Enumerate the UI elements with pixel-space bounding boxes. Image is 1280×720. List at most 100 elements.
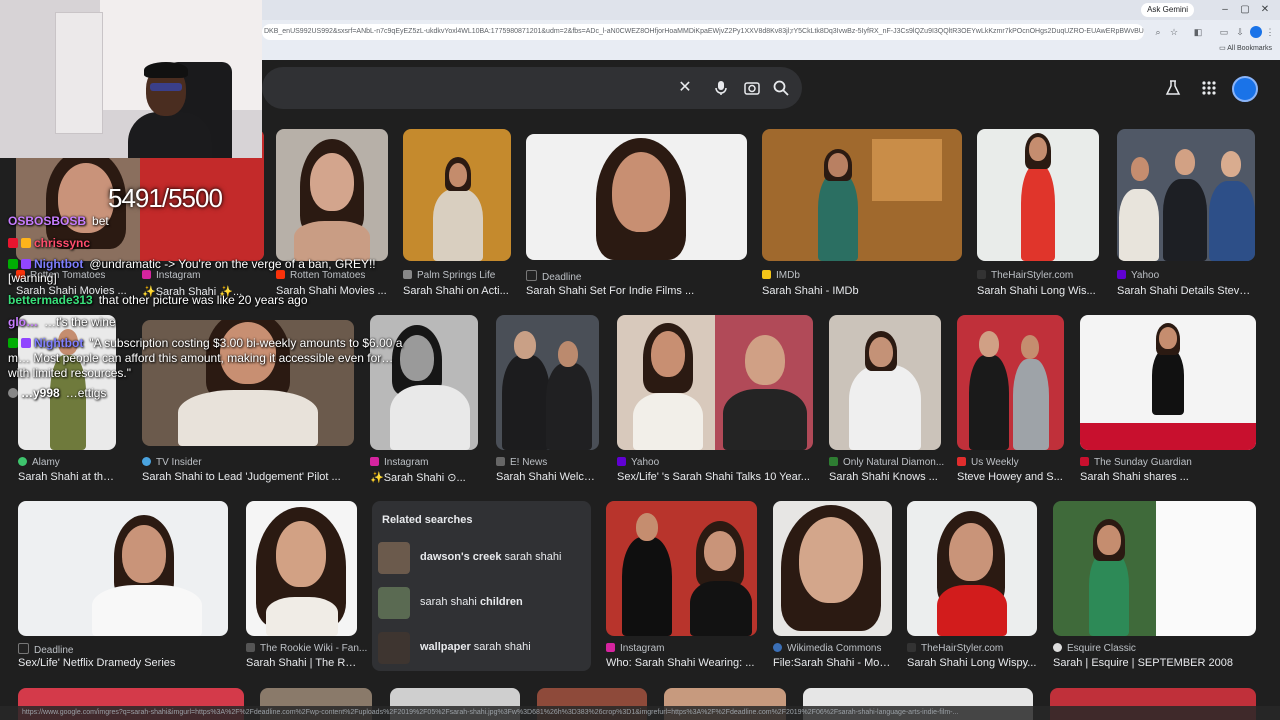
chat-message: Nightbot "A subscription costing $3.00 bi… — [8, 336, 408, 381]
image-result[interactable]: The Sunday Guardian Sarah Shahi shares .… — [1080, 315, 1256, 485]
image-result[interactable]: The Rookie Wiki - Fan... Sarah Shahi | T… — [246, 501, 367, 671]
image-source: Esquire Classic — [1053, 643, 1136, 654]
image-source: Wikimedia Commons — [773, 643, 881, 654]
image-source: Only Natural Diamon... — [829, 457, 944, 468]
image-title[interactable]: Sex/Life' 's Sarah Shahi Talks 10 Year..… — [617, 471, 813, 483]
address-bar[interactable]: DKB_enUS992US992&sxsrf=ANbL-n7c9qEyEZ5zL… — [262, 24, 1144, 40]
image-title[interactable]: Sarah | Esquire | SEPTEMBER 2008 — [1053, 657, 1256, 669]
image-title[interactable]: Sex/Life' Netflix Dramedy Series — [18, 657, 228, 669]
image-thumbnail — [276, 129, 388, 261]
imdb-icon — [762, 270, 771, 279]
labs-icon[interactable] — [1164, 79, 1182, 97]
image-title[interactable]: Sarah Shahi to Lead 'Judgement' Pilot ..… — [142, 471, 354, 483]
minimize-icon[interactable]: – — [1218, 3, 1232, 17]
image-source-label: Alamy — [32, 457, 60, 468]
image-title[interactable]: File:Sarah Shahi - Mon... — [773, 657, 892, 669]
chat-message: Nightbot @undramatic -> You're on the ver… — [8, 257, 408, 285]
image-thumbnail — [829, 315, 941, 450]
image-title[interactable]: Sarah Shahi on Acti... — [403, 285, 511, 297]
related-search-item[interactable]: wallpaper sarah shahi — [378, 629, 585, 667]
related-search-bold: children — [479, 596, 523, 608]
chat-username: Nightbot — [34, 257, 84, 271]
webcam-door — [55, 12, 103, 134]
chat-text: that other picture was like 20 years ago — [98, 293, 308, 307]
webcam-glasses — [150, 83, 182, 91]
apps-grid-icon[interactable] — [1200, 79, 1218, 97]
related-searches-title: Related searches — [382, 514, 473, 526]
us-weekly-icon — [957, 457, 966, 466]
alamy-icon — [18, 457, 27, 466]
deadline-icon — [18, 643, 29, 654]
image-title[interactable]: Sarah Shahi Set For Indie Films ... — [526, 285, 747, 297]
image-title[interactable]: Sarah Shahi | The Ro... — [246, 657, 357, 669]
image-title[interactable]: Sarah Shahi Knows ... — [829, 471, 941, 483]
image-source: Yahoo — [617, 457, 659, 468]
search-icon[interactable] — [772, 79, 790, 97]
account-avatar[interactable] — [1232, 76, 1258, 102]
image-result[interactable]: IMDb Sarah Shahi - IMDb — [762, 129, 962, 299]
image-result[interactable]: Yahoo Sarah Shahi Details Steve ... — [1117, 129, 1255, 299]
related-search-item[interactable]: sarah shahi children — [378, 584, 585, 622]
close-icon[interactable]: ✕ — [676, 79, 694, 97]
image-title[interactable]: Sarah Shahi shares ... — [1080, 471, 1256, 483]
zoom-icon[interactable]: ⌕ — [1152, 26, 1164, 38]
menu-icon[interactable]: ⋮ — [1264, 26, 1276, 38]
image-result[interactable]: TheHairStyler.com Sarah Shahi Long Wis..… — [977, 129, 1099, 299]
image-title[interactable]: Steve Howey and S... — [957, 471, 1064, 483]
close-window-icon[interactable]: ✕ — [1258, 3, 1272, 17]
image-thumbnail — [617, 315, 813, 450]
image-source-label: Yahoo — [631, 457, 660, 468]
image-title[interactable]: Sarah Shahi Details Steve ... — [1117, 285, 1255, 297]
related-thumbnail — [378, 587, 410, 619]
image-result[interactable]: Deadline Sex/Life' Netflix Dramedy Serie… — [18, 501, 228, 671]
image-thumbnail — [18, 501, 228, 636]
chat-username: Nightbot — [34, 336, 84, 350]
image-source: IMDb — [762, 270, 800, 281]
image-result[interactable]: E! News Sarah Shahi Welco... — [496, 315, 599, 485]
image-source-label: TV Insider — [156, 457, 202, 468]
chat-message: OSBOSBOSB bet — [8, 214, 109, 228]
image-title[interactable]: Sarah Shahi Long Wis... — [977, 285, 1099, 297]
image-title[interactable]: Sarah Shahi Welco... — [496, 471, 599, 483]
bot-badge-icon — [21, 259, 31, 269]
mic-icon[interactable] — [712, 79, 730, 97]
image-title[interactable]: Who: Sarah Shahi Wearing: ... — [606, 657, 757, 669]
image-thumbnail — [907, 501, 1037, 636]
image-source: Deadline — [526, 270, 581, 283]
image-thumbnail — [246, 501, 357, 636]
image-result[interactable]: Yahoo Sex/Life' 's Sarah Shahi Talks 10 … — [617, 315, 813, 485]
image-result[interactable]: Only Natural Diamon... Sarah Shahi Knows… — [829, 315, 944, 485]
image-thumbnail — [762, 129, 962, 261]
deadline-icon — [526, 270, 537, 281]
maximize-icon[interactable]: ▢ — [1238, 3, 1252, 17]
image-thumbnail — [977, 129, 1099, 261]
profile-icon[interactable] — [1250, 26, 1262, 38]
image-source-label: Only Natural Diamon... — [843, 457, 945, 468]
image-result[interactable]: Palm Springs Life Sarah Shahi on Acti... — [403, 129, 511, 299]
image-title[interactable]: ✨Sarah Shahi ⊙... — [370, 471, 478, 484]
image-result[interactable]: Us Weekly Steve Howey and S... — [957, 315, 1064, 485]
image-source-label: Deadline — [542, 272, 582, 283]
related-search-rest: sarah shahi — [470, 641, 531, 653]
image-source-label: Wikimedia Commons — [787, 643, 882, 654]
bookmark-star-icon[interactable]: ☆ — [1168, 26, 1180, 38]
image-title[interactable]: Sarah Shahi Long Wispy... — [907, 657, 1037, 669]
chat-text: bet — [92, 214, 109, 228]
image-result[interactable]: Instagram Who: Sarah Shahi Wearing: ... — [606, 501, 757, 671]
ask-gemini-button[interactable]: Ask Gemini — [1141, 3, 1194, 17]
image-source: The Rookie Wiki - Fan... — [246, 643, 367, 654]
image-result[interactable]: TheHairStyler.com Sarah Shahi Long Wispy… — [907, 501, 1037, 671]
image-source: Instagram — [370, 457, 428, 468]
image-result[interactable]: Esquire Classic Sarah | Esquire | SEPTEM… — [1053, 501, 1256, 671]
image-result[interactable]: Wikimedia Commons File:Sarah Shahi - Mon… — [773, 501, 892, 671]
download-icon[interactable]: ⇩ — [1234, 26, 1246, 38]
camera-icon[interactable] — [743, 79, 761, 97]
sidepanel-icon[interactable]: ▭ — [1218, 26, 1230, 38]
image-title[interactable]: Sarah Shahi - IMDb — [762, 285, 962, 297]
image-source: Alamy — [18, 457, 60, 468]
all-bookmarks[interactable]: ▭ All Bookmarks — [1219, 44, 1272, 52]
related-search-item[interactable]: dawson's creek sarah shahi — [378, 539, 585, 577]
image-result[interactable]: Deadline Sarah Shahi Set For Indie Films… — [526, 134, 747, 299]
extensions-icon[interactable]: ◧ — [1192, 26, 1204, 38]
image-title[interactable]: Sarah Shahi at the ... — [18, 471, 116, 483]
